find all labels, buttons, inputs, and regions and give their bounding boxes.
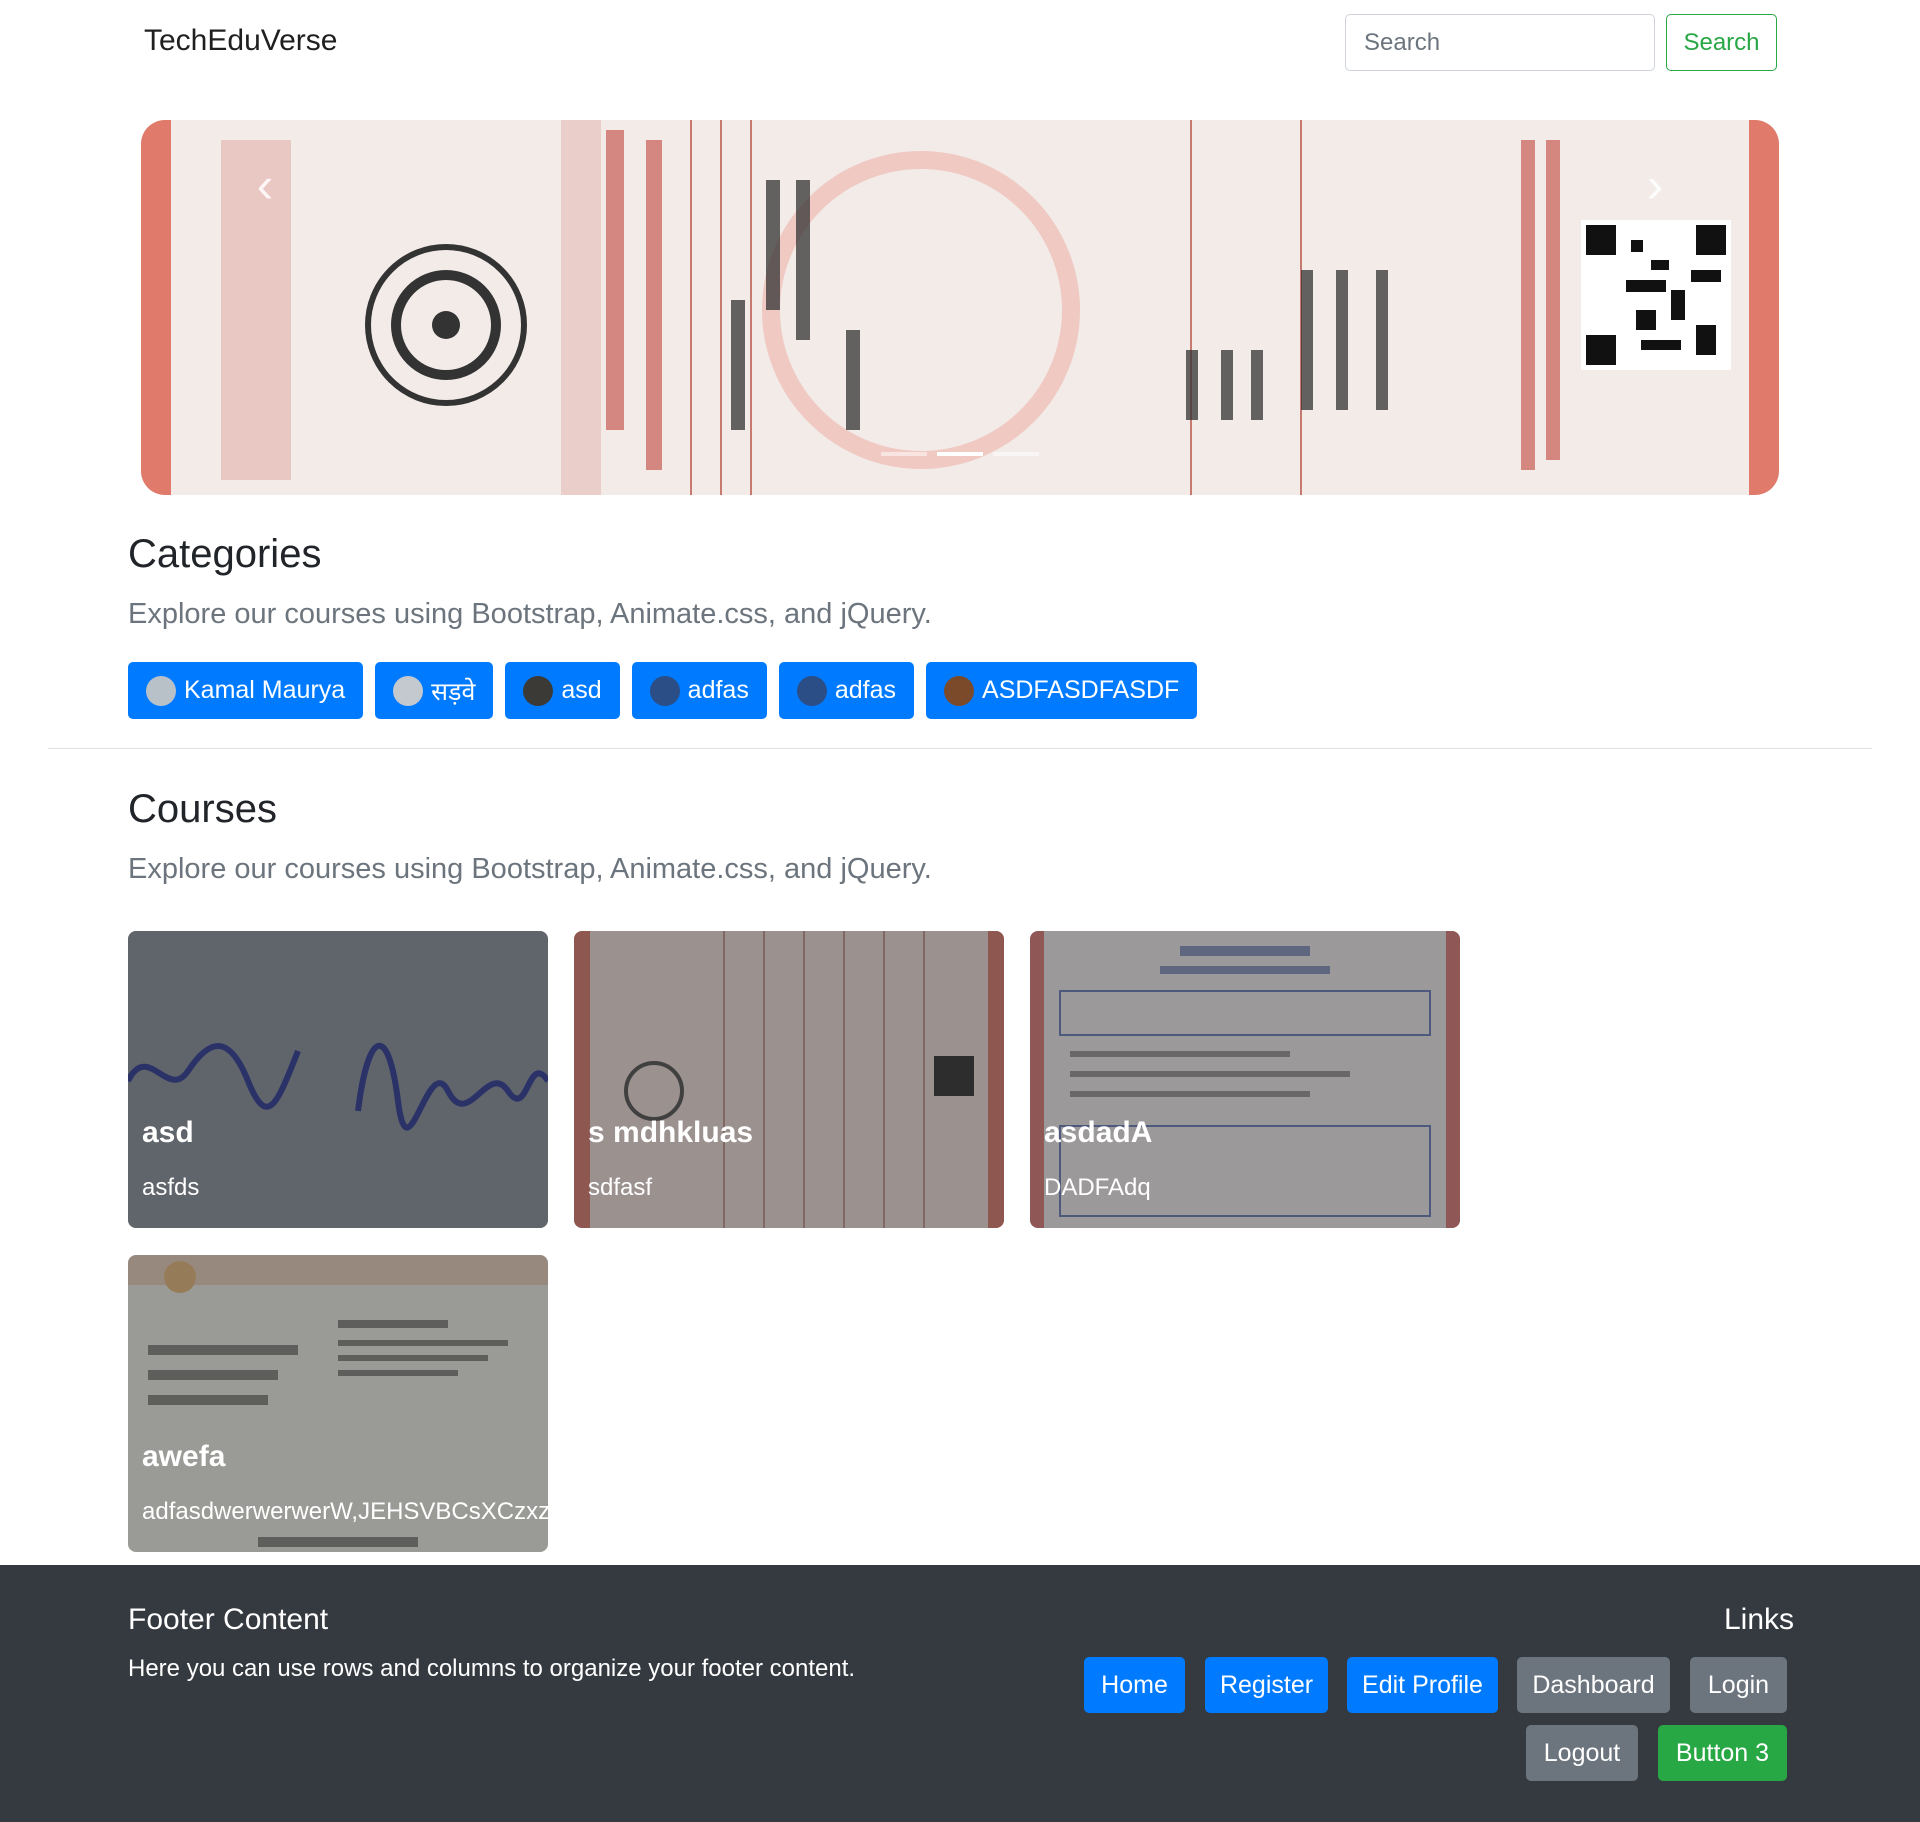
category-label: सड़वे [431,677,476,706]
hero-carousel [141,120,1779,495]
categories-title: Categories [128,532,322,576]
course-text: sdfasf [588,1174,653,1201]
avatar [649,675,680,706]
category-label: Kamal Maurya [184,676,346,704]
categories-lead: Explore our courses using Bootstrap, Ani… [128,598,932,630]
course-text: asfds [142,1174,200,1201]
course-title: s mdhkluas [588,1116,754,1149]
avatar [146,675,176,706]
carousel-next-icon[interactable]: › [1625,150,1685,220]
avatar [393,675,424,706]
courses-lead: Explore our courses using Bootstrap, Ani… [128,853,932,885]
category-button[interactable]: सड़वे [375,662,494,719]
category-button[interactable]: Kamal Maurya [128,662,364,719]
carousel-indicator-3[interactable] [993,452,1039,456]
category-label: ASDFASDFASDF [982,676,1180,704]
search-button[interactable]: Search [1666,14,1777,71]
carousel-prev-icon[interactable]: ‹ [235,150,295,220]
carousel-indicator-2[interactable] [937,452,983,456]
section-divider [48,748,1872,749]
carousel-slide-image [141,120,1779,495]
dashboard-button[interactable]: Dashboard [1517,1657,1670,1713]
footer: Footer Content Here you can use rows and… [0,1565,1920,1822]
carousel-indicators [0,452,1920,456]
avatar [796,675,827,706]
course-title: awefa [142,1440,226,1473]
course-card[interactable]: asdadA DADFAdq [1030,931,1460,1228]
avatar [944,675,975,706]
course-title: asd [142,1116,194,1149]
brand-logo[interactable]: TechEduVerse [144,24,337,58]
category-label: adfas [834,676,897,704]
course-text: DADFAdq [1044,1174,1151,1201]
edit-profile-button[interactable]: Edit Profile [1347,1657,1498,1713]
category-label: adfas [687,676,749,704]
avatar [523,675,554,706]
courses-title: Courses [128,787,277,831]
footer-links-title: Links [1724,1603,1795,1636]
category-button[interactable]: adfas [631,662,767,719]
home-button[interactable]: Home [1084,1657,1185,1713]
logout-button[interactable]: Logout [1526,1725,1638,1781]
course-card[interactable]: asd asfds [128,931,548,1228]
course-text: adfasdwerwerwerW,JEHSVBCsXCzxzx [142,1498,548,1525]
carousel-indicator-1[interactable] [881,452,927,456]
register-button[interactable]: Register [1205,1657,1328,1713]
category-button[interactable]: ASDFASDFASDF [926,662,1198,719]
search-input[interactable] [1345,14,1655,71]
footer-text: Here you can use rows and columns to org… [128,1655,856,1682]
navbar: TechEduVerse Search [0,0,1920,86]
course-card[interactable]: s mdhkluas sdfasf [574,931,1004,1228]
button-3[interactable]: Button 3 [1658,1725,1787,1781]
category-button[interactable]: asd [505,662,620,719]
category-button[interactable]: adfas [778,662,915,719]
category-label: asd [561,676,602,704]
login-button[interactable]: Login [1690,1657,1787,1713]
course-title: asdadA [1044,1116,1153,1149]
course-card[interactable]: awefa adfasdwerwerwerW,JEHSVBCsXCzxzx [128,1255,548,1552]
footer-title: Footer Content [128,1603,329,1636]
category-list: Kamal Maurya सड़वे asd adfas adfas ASDFA… [128,662,1198,719]
